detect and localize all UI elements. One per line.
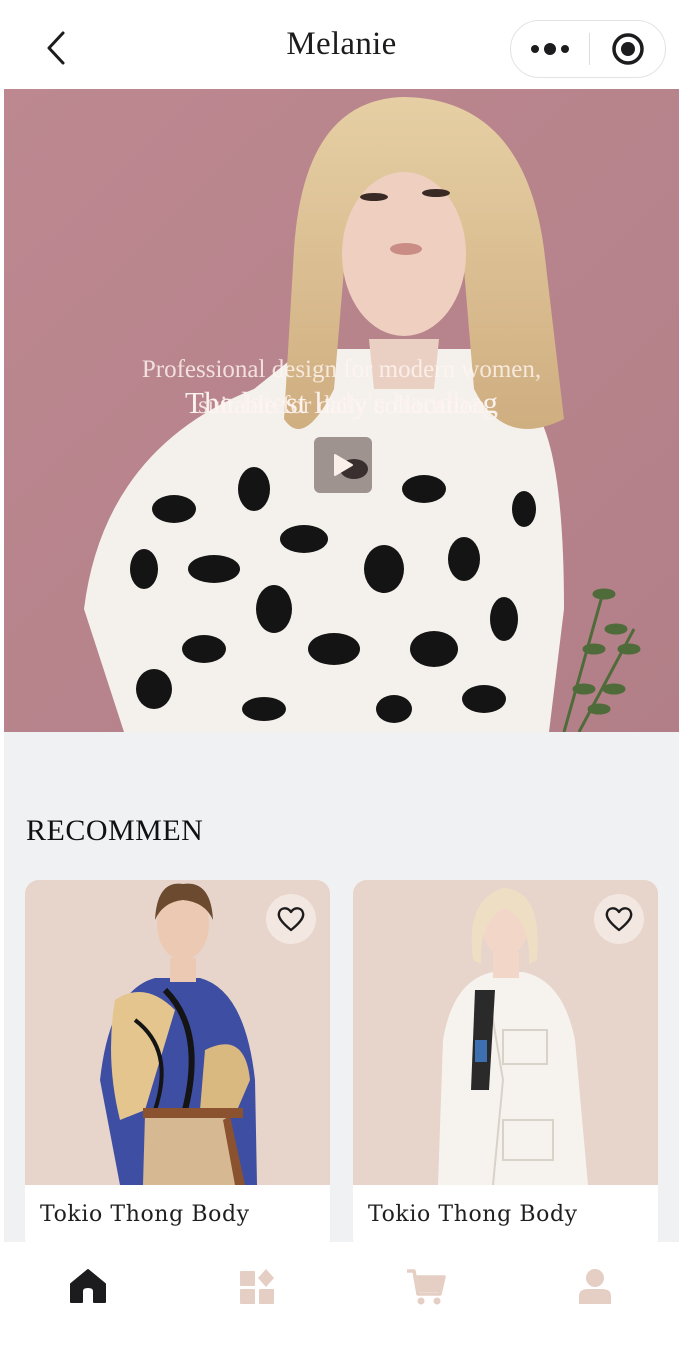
product-name: Tokio Thong Body: [40, 1202, 250, 1227]
category-icon: [240, 1269, 275, 1304]
tab-cart[interactable]: [342, 1242, 511, 1352]
nav-header: Melanie: [4, 0, 679, 89]
favorite-button[interactable]: [266, 894, 316, 944]
product-name: Tokio Thong Body: [368, 1202, 578, 1227]
cart-icon: [406, 1269, 446, 1305]
hero-subtitle-line1: Professional design for modern women,: [141, 356, 542, 383]
close-miniprogram-button[interactable]: [590, 21, 665, 77]
mini-program-capsule: [510, 20, 666, 78]
section-title: RECOMMEN: [26, 814, 204, 847]
hero-banner[interactable]: The latest lady's handbag Professional d…: [4, 89, 679, 732]
product-card[interactable]: Tokio Thong Body: [25, 880, 330, 1252]
bottom-tab-bar: [4, 1242, 679, 1352]
hero-subtitle-line2: suitable for daily collocation: [198, 392, 485, 419]
heart-outline-icon: [277, 907, 305, 932]
target-icon: [611, 33, 644, 65]
tab-category[interactable]: [173, 1242, 342, 1352]
play-button[interactable]: [314, 437, 372, 493]
heart-outline-icon: [605, 907, 633, 932]
tab-home[interactable]: [4, 1242, 173, 1352]
more-dots-icon: [531, 43, 569, 55]
more-button[interactable]: [511, 21, 589, 77]
tab-profile[interactable]: [510, 1242, 679, 1352]
home-icon: [70, 1269, 107, 1303]
product-card[interactable]: Tokio Thong Body: [353, 880, 658, 1252]
play-icon: [334, 454, 353, 476]
favorite-button[interactable]: [594, 894, 644, 944]
hero-subtitle: Professional design for modern women, su…: [74, 352, 609, 424]
profile-icon: [578, 1269, 611, 1304]
